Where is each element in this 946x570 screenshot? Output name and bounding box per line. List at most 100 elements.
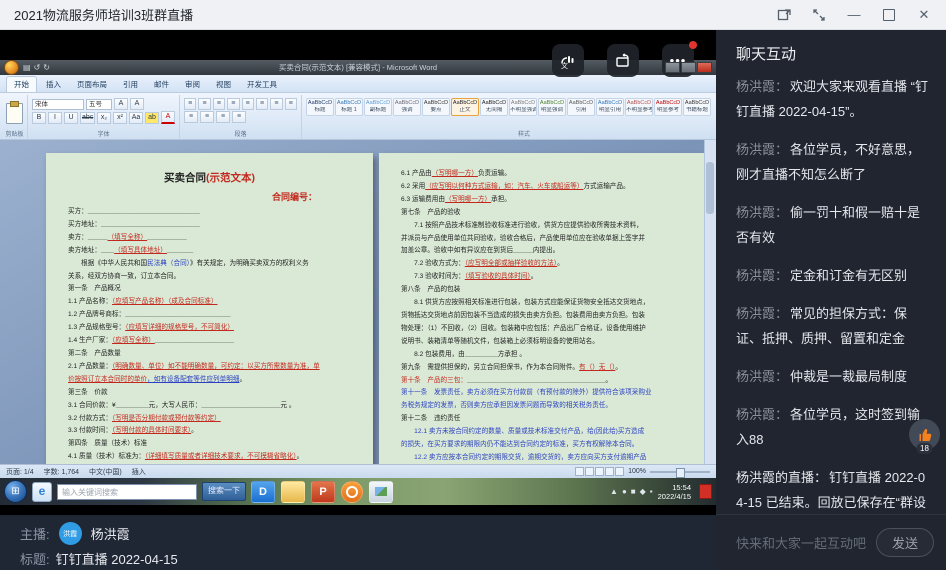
group-label: 剪贴板 — [2, 129, 27, 138]
document-line: 第四条 质量（技术）标准 — [68, 438, 351, 451]
paragraph-tool-icon: ≡ — [184, 98, 196, 110]
screen-share-video[interactable]: ▤↺↻ 买卖合同(示范文本) [兼容模式] - Microsoft Word 开… — [0, 60, 716, 505]
like-button[interactable]: 18 — [909, 419, 940, 450]
chat-message: 杨洪霞：各位学员，这时签到输入88 — [736, 402, 930, 452]
status-item: 插入 — [132, 467, 146, 477]
style-sample: AaBbCcD — [539, 100, 565, 107]
font-tool-icon: x² — [113, 112, 127, 124]
maximize-icon[interactable] — [881, 7, 897, 23]
video-area: ▤↺↻ 买卖合同(示范文本) [兼容模式] - Microsoft Word 开… — [0, 30, 716, 570]
word-tab: 开始 — [6, 76, 37, 92]
style-gallery-item: AaBbCcD强调 — [393, 98, 421, 116]
chat-message: 杨洪霞：欢迎大家来观看直播 “钉钉直播 2022-04-15”。 — [736, 74, 930, 124]
document-line: 第十二条 违约责任 — [401, 413, 684, 426]
taskbar-clock: 15:54 2022/4/15 — [658, 483, 694, 501]
chat-input-placeholder[interactable]: 快来和大家一起互动吧 — [736, 533, 868, 552]
status-item: 页面: 1/4 — [6, 467, 34, 477]
style-gallery-item: AaBbCcD正文 — [451, 98, 479, 116]
close-icon[interactable]: ✕ — [916, 7, 932, 23]
document-line: 3.1 合同价款：¥＿＿＿＿＿元，大写人民币：＿＿＿＿＿＿＿＿＿＿＿＿元 。 — [68, 400, 351, 413]
host-label: 主播: — [20, 524, 50, 543]
document-line: 第三条 价款 — [68, 387, 351, 400]
word-tab: 引用 — [116, 77, 145, 92]
style-sample: AaBbCcD — [568, 100, 594, 107]
style-gallery-item: AaBbCcD要点 — [422, 98, 450, 116]
document-line: 第七条 产品的验收 — [401, 207, 684, 220]
subtitle-translate-icon: 文 — [559, 52, 577, 70]
host-name: 杨洪霞 — [91, 524, 130, 543]
document-line: 货物抵达交货地点前因包装不当造成的损失由卖方负担。包装费用由卖方负担。包装 — [401, 310, 684, 323]
word-document-area: 买卖合同(示范文本)合同编号：买方：＿＿＿＿＿＿＿＿＿＿＿＿＿＿＿＿＿买方地址：… — [0, 140, 716, 464]
style-gallery-item: AaBbCcD无间隔 — [480, 98, 508, 116]
style-sample: AaBbCcD — [394, 100, 420, 107]
document-line: 6.2 采用（应写明以何种方式运输，如：汽车、火车或船运等）方式运输产品。 — [401, 181, 684, 194]
tray-icon: ■ — [631, 487, 636, 496]
word-ribbon: 剪贴板 宋体 五号 AA BIUabcx₂x²AaabA 字体 ≡≡≡≡≡≡≡≡… — [0, 93, 716, 140]
style-gallery-item: AaBbCcD不明显强调 — [509, 98, 537, 116]
style-label: 明显强调 — [539, 107, 565, 114]
style-gallery-item: AaBbCcD引用 — [567, 98, 595, 116]
document-line: 1.2 产品牌号商标：＿＿＿＿＿＿＿＿＿＿＿＿＿＿＿＿ — [68, 309, 351, 322]
fullscreen-icon[interactable] — [811, 7, 827, 23]
document-line: 第一条 产品概况 — [68, 283, 351, 296]
font-name-box: 宋体 — [32, 99, 84, 110]
document-line: 务税务规定的发票，否则卖方应承担因发票问题而导致的相关税务责任。 — [401, 400, 684, 413]
subtitle-translate-button[interactable]: 文 — [552, 44, 584, 77]
document-line: 第八条 产品的包装 — [401, 284, 684, 297]
font-tool-icon: abc — [80, 112, 95, 124]
chat-input-bar[interactable]: 快来和大家一起互动吧 发送 — [716, 514, 946, 570]
like-count-badge: 18 — [916, 443, 933, 454]
dingtalk-icon: D — [251, 481, 275, 503]
status-item: 字数: 1,764 — [44, 467, 79, 477]
font-tool-icon: A — [130, 98, 144, 110]
photo-viewer-icon — [369, 481, 393, 503]
font-tool-icon: U — [64, 112, 78, 124]
document-line: 4.1 质量（技术）标准为：（详细填写质量或者详细技术要求，不可模糊省略化）。 — [68, 451, 351, 464]
word-close-icon — [697, 62, 712, 73]
paragraph-tool-icon: ≡ — [198, 98, 210, 110]
font-tool-icon: B — [32, 112, 46, 124]
word-vertical-scrollbar — [704, 140, 716, 464]
ribbon-group-paragraph: ≡≡≡≡≡≡≡≡ ≡≡≡≡ 段落 — [180, 95, 302, 139]
window-title: 2021物流服务师培训3班群直播 — [14, 5, 193, 24]
paragraph-tool-icon: ≡ — [242, 98, 254, 110]
font-size-box: 五号 — [86, 99, 112, 110]
style-label: 明显引用 — [597, 107, 623, 114]
popout-icon[interactable] — [776, 7, 792, 23]
tray-notification-icon — [699, 484, 712, 499]
host-avatar[interactable]: 洪霞 — [59, 522, 82, 545]
document-line: 7.1 按照产品技术标准制验收标准进行验收，供货方应提供验收所需技术资料， — [401, 220, 684, 233]
zoom-level: 100% — [628, 468, 646, 475]
document-page-1: 买卖合同(示范文本)合同编号：买方：＿＿＿＿＿＿＿＿＿＿＿＿＿＿＿＿＿买方地址：… — [46, 153, 373, 464]
document-line: 物处理：（1）不回收，（2）回收。包装箱中应包括：产品出厂合格证，设备使用维护 — [401, 323, 684, 336]
word-status-bar: 页面: 1/4字数: 1,764中文(中国)插入 100% — [0, 464, 716, 478]
chat-message: 杨洪霞：仲裁是一裁最局制度 — [736, 364, 930, 389]
document-line: 12.1 卖方未按合同约定的数量、质量或技术标准交付产品，给(因此给)买方造成 — [401, 426, 684, 439]
minimize-icon[interactable]: — — [846, 7, 862, 23]
chat-header: 聊天互动 — [716, 30, 946, 66]
send-button[interactable]: 发送 — [876, 528, 934, 557]
paragraph-tool-icon: ≡ — [232, 111, 246, 123]
ribbon-group-clipboard: 剪贴板 — [2, 95, 28, 139]
style-sample: AaBbCcD — [597, 100, 623, 107]
document-line: 8.1 供货方应按照相关标准进行包装，包装方式应能保证货物安全抵达交货地点， — [401, 297, 684, 310]
font-tool-icon: Aa — [129, 112, 143, 124]
ribbon-group-font: 宋体 五号 AA BIUabcx₂x²AaabA 字体 — [28, 95, 180, 139]
paragraph-tool-icon: ≡ — [216, 111, 230, 123]
chat-message-list: 杨洪霞：欢迎大家来观看直播 “钉钉直播 2022-04-15”。杨洪霞：各位学员… — [716, 66, 946, 514]
style-sample: AaBbCcD — [655, 100, 681, 107]
document-line: 12.2 卖方应按本合同约定的期限交货，逾期交货的，卖方应向买方支付逾期产品 — [401, 452, 684, 464]
document-line: 第二条 产品数量 — [68, 348, 351, 361]
paragraph-tool-icon: ≡ — [200, 111, 214, 123]
document-line: 1.3 产品规格型号：（应填写详细的规格型号，不可简化） — [68, 322, 351, 335]
rotate-screen-button[interactable] — [607, 44, 639, 77]
tray-icon: ◆ — [640, 487, 646, 496]
document-line: 第十条 产品的三包：＿＿＿＿＿＿＿＿＿＿＿＿＿＿＿＿＿＿＿＿＿。 — [401, 375, 684, 388]
view-mode-icons — [575, 467, 624, 476]
font-tool-icon: A — [114, 98, 128, 110]
tray-icon: ● — [622, 487, 627, 496]
style-label: 正文 — [452, 107, 478, 114]
style-sample: AaBbCcD — [510, 100, 536, 107]
document-line: 6.1 产品由（写明哪一方）负责运输。 — [401, 168, 684, 181]
style-sample: AaBbCcD — [452, 100, 478, 107]
